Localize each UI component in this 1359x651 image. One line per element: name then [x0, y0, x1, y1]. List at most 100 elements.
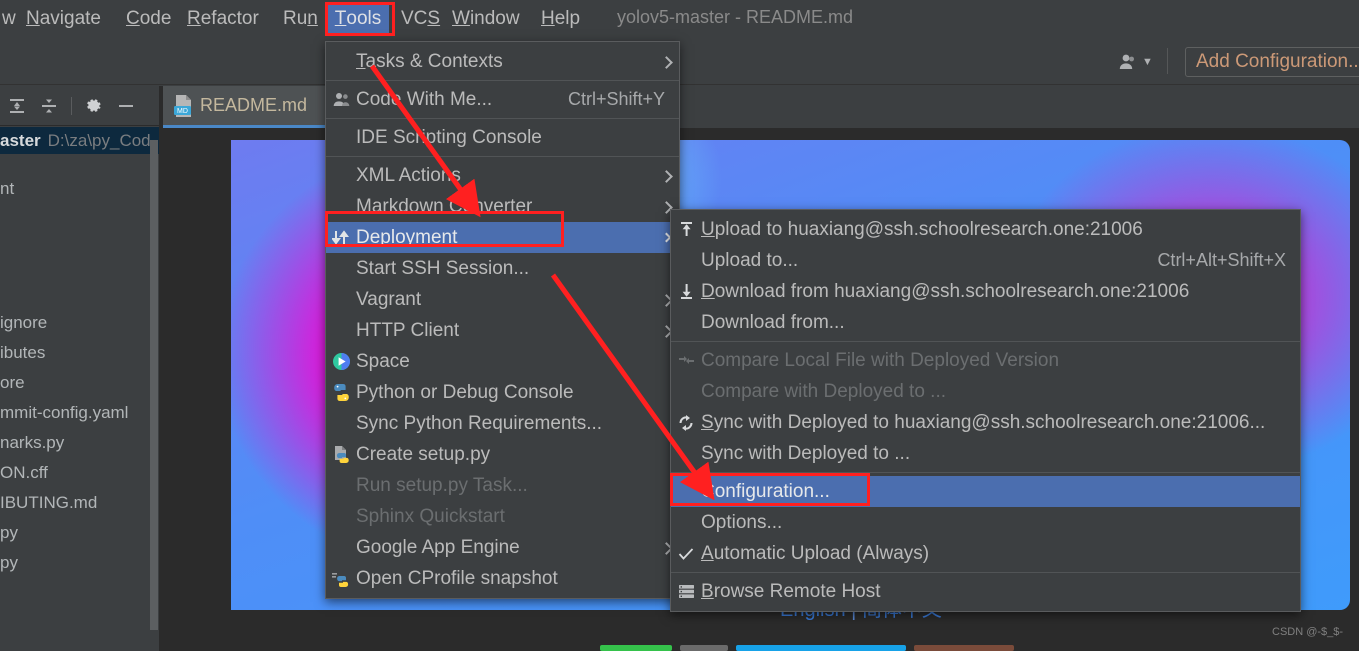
- tab-label: README.md: [200, 95, 308, 115]
- menu-item-label: Start SSH Session...: [356, 257, 530, 279]
- tree-item[interactable]: ibutes: [0, 338, 150, 368]
- menu-item-label: Compare Local File with Deployed Version: [701, 349, 1060, 371]
- menu-separator: [671, 472, 1300, 473]
- settings-gear-icon[interactable]: [81, 93, 107, 119]
- menu-item-xml-actions[interactable]: XML Actions: [326, 160, 679, 191]
- tree-item[interactable]: py: [0, 518, 150, 548]
- banner-left-mask: [203, 140, 231, 610]
- tree-item[interactable]: narks.py: [0, 428, 150, 458]
- menu-item-python-or-debug-console[interactable]: Python or Debug Console: [326, 377, 679, 408]
- project-panel-scrollbar[interactable]: [150, 140, 158, 630]
- people-icon: [326, 92, 356, 107]
- menu-item-label: Run setup.py Task...: [356, 474, 528, 496]
- menu-item-browse-remote-host[interactable]: Browse Remote Host: [671, 576, 1300, 607]
- menu-item-automatic-upload-always[interactable]: Automatic Upload (Always): [671, 538, 1300, 569]
- project-tree: nt ignore ibutes ore mmit-config.yaml na…: [0, 160, 150, 578]
- menu-item-download-from-dialog[interactable]: Download from...: [671, 307, 1300, 338]
- menu-item-label: Google App Engine: [356, 536, 520, 558]
- menu-item-tools[interactable]: Tools: [327, 4, 389, 33]
- menu-item-create-setup-py[interactable]: Create setup.py: [326, 439, 679, 470]
- menu-item-label: XML Actions: [356, 164, 461, 186]
- menu-item-sync-with-deployed-to-dialog[interactable]: Sync with Deployed to ...: [671, 438, 1300, 469]
- menu-item-label: Create setup.py: [356, 443, 491, 465]
- tools-dropdown-menu: Tasks & Contexts Code With Me... Ctrl+Sh…: [325, 41, 680, 599]
- menu-item-refactor[interactable]: Refactor: [179, 4, 267, 33]
- tree-item[interactable]: IBUTING.md: [0, 488, 150, 518]
- tab-readme-md[interactable]: MD README.md: [163, 86, 326, 128]
- menu-label: ode: [139, 7, 172, 29]
- python-console-icon: [326, 383, 356, 402]
- menu-item-download-from-host[interactable]: Download from huaxiang@ssh.schoolresearc…: [671, 276, 1300, 307]
- add-configuration-button[interactable]: Add Configuration...: [1185, 47, 1359, 77]
- menu-item-label: Sphinx Quickstart: [356, 505, 505, 527]
- project-panel-toolbar: [0, 86, 163, 126]
- badge-blue[interactable]: [736, 645, 906, 651]
- menu-item-google-app-engine[interactable]: Google App Engine: [326, 532, 679, 563]
- menu-item-ide-scripting-console[interactable]: IDE Scripting Console: [326, 122, 679, 153]
- badge-brown[interactable]: [914, 645, 1014, 651]
- project-root-name: aster: [0, 130, 41, 150]
- menu-item-label: Deployment: [356, 226, 458, 248]
- markdown-file-icon: MD: [174, 94, 193, 117]
- menu-separator: [671, 572, 1300, 573]
- menu-item-label: Sync with Deployed to ...: [701, 442, 911, 464]
- deployment-submenu: Upload to huaxiang@ssh.schoolresearch.on…: [670, 209, 1301, 612]
- tree-item[interactable]: py: [0, 548, 150, 578]
- menu-item-markdown-converter[interactable]: Markdown Converter: [326, 191, 679, 222]
- menu-item-vagrant[interactable]: Vagrant: [326, 284, 679, 315]
- menu-separator: [671, 341, 1300, 342]
- menu-label: efactor: [200, 7, 259, 29]
- tree-item[interactable]: mmit-config.yaml: [0, 398, 150, 428]
- menu-item-label: Download from huaxiang@ssh.schoolresearc…: [701, 280, 1190, 302]
- menu-item-open-cprofile-snapshot[interactable]: Open CProfile snapshot: [326, 563, 679, 594]
- menu-item-label: Download from...: [701, 311, 845, 333]
- menu-item-run[interactable]: Ru n: [275, 4, 326, 33]
- menu-item-sync-python-requirements[interactable]: Sync Python Requirements...: [326, 408, 679, 439]
- menu-item-configuration[interactable]: Configuration...: [671, 476, 1300, 507]
- collapse-all-icon[interactable]: [36, 93, 62, 119]
- menu-label: ools: [346, 7, 382, 29]
- menu-item-options[interactable]: Options...: [671, 507, 1300, 538]
- menu-item-code-with-me[interactable]: Code With Me... Ctrl+Shift+Y: [326, 84, 679, 115]
- tree-item-label: mmit-config.yaml: [0, 403, 129, 422]
- tree-item[interactable]: ON.cff: [0, 458, 150, 488]
- menu-separator: [326, 156, 679, 157]
- badge-green[interactable]: [600, 645, 672, 651]
- tree-item-label: py: [0, 523, 18, 542]
- menu-separator: [326, 118, 679, 119]
- menu-item-start-ssh-session[interactable]: Start SSH Session...: [326, 253, 679, 284]
- menu-item-space[interactable]: Space: [326, 346, 679, 377]
- menu-item-navigate[interactable]: Navigate: [18, 4, 109, 33]
- badge-gray[interactable]: [680, 645, 728, 651]
- hide-panel-icon[interactable]: [113, 93, 139, 119]
- menu-item-upload-to-dialog[interactable]: Upload to... Ctrl+Alt+Shift+X: [671, 245, 1300, 276]
- menu-item-upload-to-host[interactable]: Upload to huaxiang@ssh.schoolresearch.on…: [671, 214, 1300, 245]
- menu-label: Ru: [283, 7, 308, 29]
- menu-item-window[interactable]: Window: [444, 4, 528, 33]
- menu-item-http-client[interactable]: HTTP Client: [326, 315, 679, 346]
- menu-item-label: Upload to...: [701, 249, 799, 271]
- svg-text:MD: MD: [177, 108, 188, 115]
- menu-item-vcs[interactable]: VC S: [393, 4, 448, 33]
- toolbar-divider: [1167, 48, 1168, 74]
- csdn-watermark: CSDN @-$_$-: [1272, 626, 1344, 638]
- menu-item-label: Sync Python Requirements...: [356, 412, 603, 434]
- tree-item[interactable]: nt: [0, 160, 150, 218]
- menu-item-label: Upload to huaxiang@ssh.schoolresearch.on…: [701, 218, 1143, 240]
- project-root-row[interactable]: aster D:\za\py_Cod: [0, 127, 163, 154]
- menu-item-help[interactable]: Help: [533, 4, 588, 33]
- menu-item-tasks-and-contexts[interactable]: Tasks & Contexts: [326, 46, 679, 77]
- menu-item-deployment[interactable]: Deployment: [326, 222, 679, 253]
- user-account-button[interactable]: ▼: [1118, 52, 1153, 72]
- menu-item-sync-with-deployed-to-host[interactable]: Sync with Deployed to huaxiang@ssh.schoo…: [671, 407, 1300, 438]
- tree-item-label: IBUTING.md: [0, 493, 98, 512]
- expand-all-icon[interactable]: [4, 93, 30, 119]
- menu-label: avigate: [39, 7, 102, 29]
- menu-item-label: Compare with Deployed to ...: [701, 380, 947, 402]
- tree-item-label: py: [0, 553, 18, 572]
- menu-item-label: Vagrant: [356, 288, 422, 310]
- menu-item-code[interactable]: Code: [118, 4, 179, 33]
- tree-item[interactable]: ignore: [0, 308, 150, 338]
- tree-item[interactable]: ore: [0, 368, 150, 398]
- readme-badges: [600, 645, 1014, 651]
